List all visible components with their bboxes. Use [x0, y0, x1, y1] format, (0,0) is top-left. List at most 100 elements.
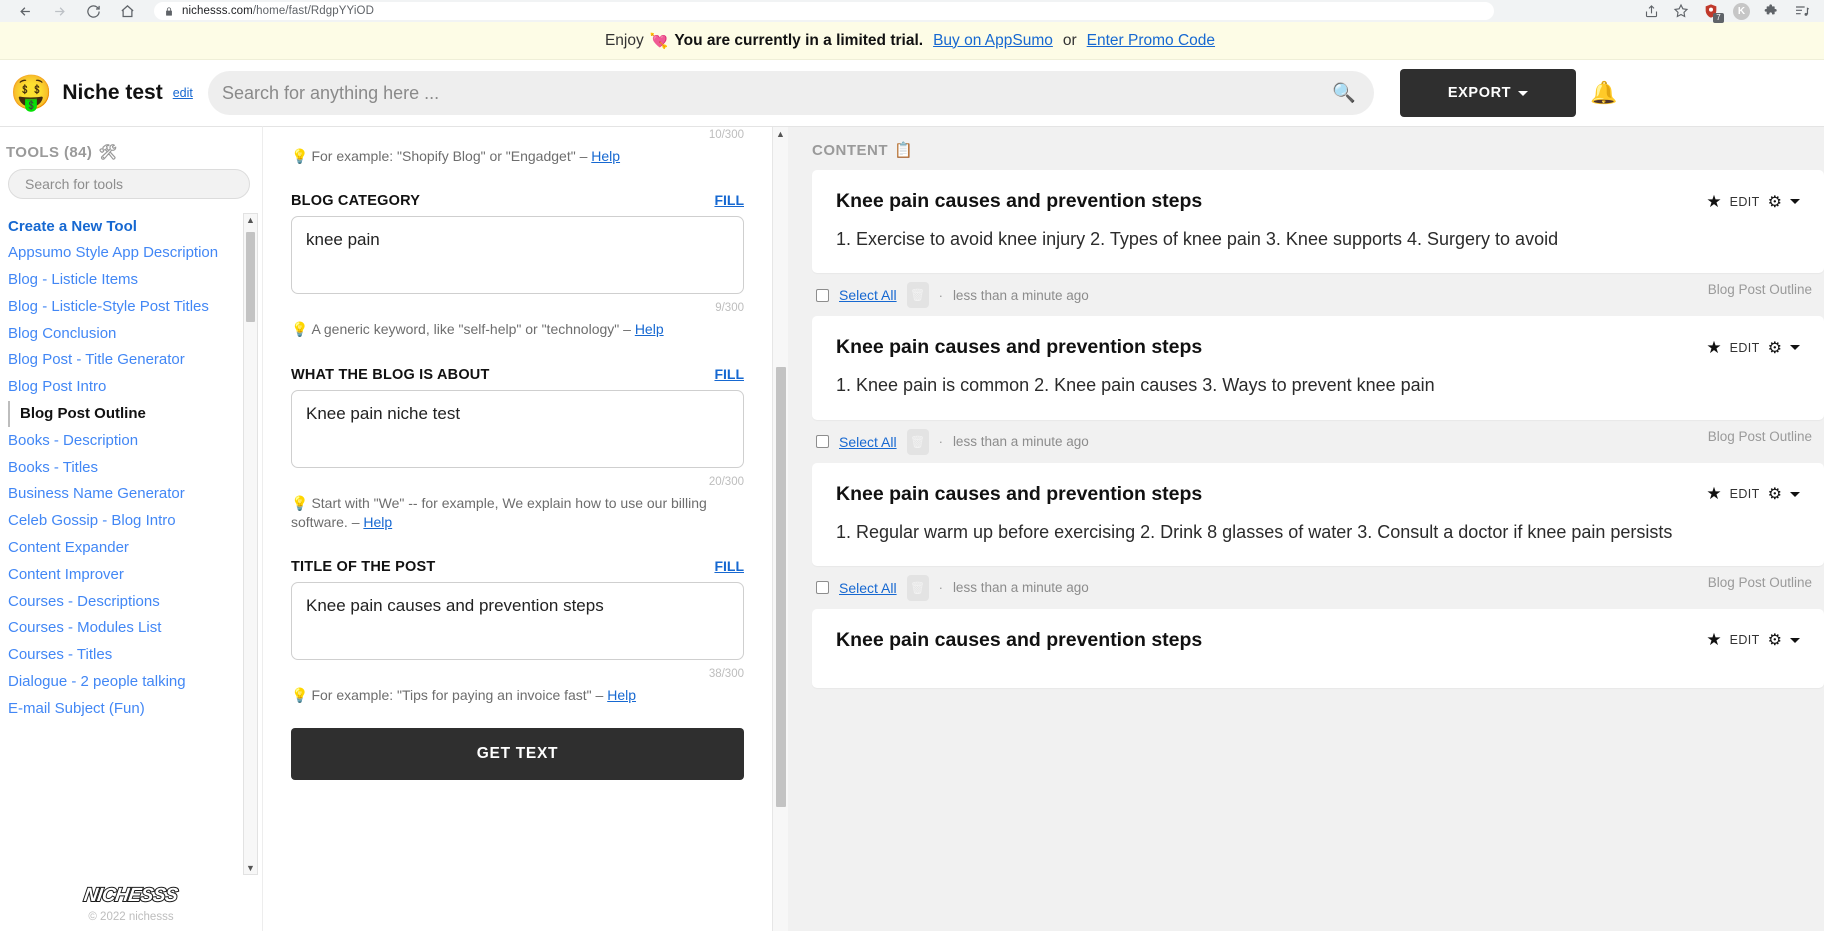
enter-promo-code-link[interactable]: Enter Promo Code	[1087, 32, 1215, 50]
field-input[interactable]	[291, 389, 744, 468]
sidebar-item-courses-modules-list[interactable]: Courses - Modules List	[8, 615, 238, 642]
chevron-down-icon[interactable]	[1790, 199, 1800, 204]
select-all-link[interactable]: Select All	[839, 434, 897, 450]
clipboard-icon: 📋	[894, 142, 914, 159]
forward-arrow-icon[interactable]	[50, 2, 68, 20]
sidebar-item-content-expander[interactable]: Content Expander	[8, 535, 238, 562]
sidebar-item-books-titles[interactable]: Books - Titles	[8, 454, 238, 481]
gear-icon[interactable]: ⚙	[1768, 630, 1782, 650]
shield-extension-icon[interactable]: 7	[1703, 3, 1724, 23]
edit-button[interactable]: EDIT	[1730, 633, 1760, 647]
field-input[interactable]	[291, 582, 744, 661]
sidebar-item-blog-post-intro[interactable]: Blog Post Intro	[8, 374, 238, 401]
puzzle-extensions-icon[interactable]	[1764, 3, 1780, 19]
back-arrow-icon[interactable]	[16, 2, 34, 20]
content-heading-label: CONTENT	[812, 141, 888, 159]
tools-list: Create a New Tool Appsumo Style App Descr…	[8, 213, 262, 722]
sidebar-item-blog-post-outline[interactable]: Blog Post Outline	[8, 400, 238, 428]
gear-icon[interactable]: ⚙	[1768, 338, 1782, 358]
tools-list-container: Create a New Tool Appsumo Style App Descr…	[0, 213, 262, 875]
home-icon[interactable]	[118, 2, 136, 20]
edit-button[interactable]: EDIT	[1730, 487, 1760, 501]
select-checkbox[interactable]	[816, 288, 829, 302]
star-bookmark-icon[interactable]	[1673, 3, 1689, 19]
chevron-down-icon[interactable]	[1790, 637, 1800, 643]
form-scrollbar[interactable]: ▲	[772, 127, 788, 931]
gear-icon[interactable]: ⚙	[1768, 192, 1782, 212]
select-checkbox[interactable]	[816, 581, 829, 595]
form-scroll-thumb[interactable]	[776, 367, 786, 807]
sidebar-item-courses-titles[interactable]: Courses - Titles	[8, 642, 238, 669]
fill-link[interactable]: FILL	[714, 366, 744, 382]
reading-list-icon[interactable]	[1794, 3, 1810, 19]
address-bar[interactable]: nichesss.com/home/fast/RdgpYYiOD	[154, 2, 1494, 20]
card-actions: ★ EDIT ⚙	[1706, 630, 1800, 650]
star-icon[interactable]: ★	[1706, 484, 1721, 504]
sidebar-item-business-name-generator[interactable]: Business Name Generator	[8, 481, 238, 508]
export-button[interactable]: EXPORT	[1400, 69, 1576, 117]
sidebar-item-blog-post-title-generator[interactable]: Blog Post - Title Generator	[8, 347, 238, 374]
sidebar-item-blog-conclusion[interactable]: Blog Conclusion	[8, 320, 238, 347]
profile-avatar-icon[interactable]: K	[1733, 2, 1750, 20]
field-hint-help-link[interactable]: Help	[363, 514, 392, 530]
sidebar-item-create-a-new-tool[interactable]: Create a New Tool	[8, 213, 238, 240]
sidebar-item-courses-descriptions[interactable]: Courses - Descriptions	[8, 588, 238, 615]
sidebar-scroll-thumb[interactable]	[246, 232, 255, 322]
field-hint-help-link[interactable]: Help	[635, 321, 664, 337]
edit-project-link[interactable]: edit	[173, 86, 193, 100]
sidebar-item-blog-listicle-style-post-titles[interactable]: Blog - Listicle-Style Post Titles	[8, 293, 238, 320]
content-card-group: Knee pain causes and prevention steps ★ ED…	[812, 462, 1824, 601]
sidebar-item-books-description[interactable]: Books - Description	[8, 427, 238, 454]
separator-dot: ·	[938, 580, 943, 596]
tool-form: 10/300 💡 For example: "Shopify Blog" or "…	[263, 127, 788, 780]
scroll-up-icon[interactable]: ▲	[246, 214, 255, 226]
buy-on-appsumo-link[interactable]: Buy on AppSumo	[933, 32, 1053, 50]
content-card[interactable]: Knee pain causes and prevention steps ★ ED…	[812, 462, 1824, 566]
form-scroll-up-icon[interactable]: ▲	[776, 129, 785, 139]
top-hint-help-link[interactable]: Help	[591, 148, 620, 164]
trash-icon[interactable]: 🗑	[906, 428, 929, 455]
select-all-link[interactable]: Select All	[839, 287, 897, 303]
reload-icon[interactable]	[84, 2, 102, 20]
sidebar-item-content-improver[interactable]: Content Improver	[8, 561, 238, 588]
content-card[interactable]: Knee pain causes and prevention steps ★ ED…	[812, 316, 1824, 420]
card-footer: Select All 🗑 · less than a minute ago Blog P…	[812, 566, 1824, 601]
chevron-down-icon[interactable]	[1790, 491, 1800, 497]
star-icon[interactable]: ★	[1706, 338, 1721, 358]
content-card[interactable]: Knee pain causes and prevention steps ★ ED…	[812, 608, 1824, 688]
scroll-down-icon[interactable]: ▼	[246, 862, 255, 874]
banner-enjoy-text: Enjoy	[604, 31, 644, 49]
fill-link[interactable]: FILL	[714, 558, 744, 574]
select-checkbox[interactable]	[816, 435, 829, 449]
star-icon[interactable]: ★	[1706, 630, 1721, 650]
sidebar-item-appsumo-style-app-description[interactable]: Appsumo Style App Description	[8, 240, 238, 267]
sidebar-scrollbar[interactable]: ▲ ▼	[243, 213, 258, 875]
sidebar-item-celeb-gossip-blog-intro[interactable]: Celeb Gossip - Blog Intro	[8, 508, 238, 535]
gear-icon[interactable]: ⚙	[1768, 484, 1782, 504]
search-icon[interactable]: 🔍	[1332, 81, 1356, 105]
edit-button[interactable]: EDIT	[1730, 195, 1760, 209]
fill-link[interactable]: FILL	[714, 192, 744, 208]
search-input[interactable]	[220, 81, 1333, 105]
trash-icon[interactable]: 🗑	[906, 282, 929, 309]
field-input[interactable]	[291, 216, 744, 295]
content-card[interactable]: Knee pain causes and prevention steps ★ ED…	[812, 170, 1824, 274]
chevron-down-icon[interactable]	[1790, 345, 1800, 351]
field-block: TITLE OF THE POST FILL 38/300 💡For example:…	[291, 558, 744, 705]
global-search-box[interactable]: 🔍	[208, 71, 1374, 115]
tools-search-box[interactable]	[8, 169, 250, 199]
sidebar-item-dialogue-2-people-talking[interactable]: Dialogue - 2 people talking	[8, 669, 238, 696]
share-icon[interactable]	[1644, 4, 1659, 19]
tools-search-input[interactable]	[23, 175, 235, 193]
get-text-button[interactable]: GET TEXT	[291, 727, 744, 780]
star-icon[interactable]: ★	[1706, 192, 1721, 212]
timestamp: less than a minute ago	[952, 287, 1089, 303]
select-all-link[interactable]: Select All	[839, 580, 897, 596]
notification-icon[interactable]: 🔔	[1590, 80, 1617, 106]
sidebar-item-e-mail-subject-fun[interactable]: E-mail Subject (Fun)	[8, 695, 238, 722]
trash-icon[interactable]: 🗑	[906, 574, 929, 601]
field-label-row: TITLE OF THE POST FILL	[291, 558, 744, 575]
sidebar-item-blog-listicle-items[interactable]: Blog - Listicle Items	[8, 267, 238, 294]
edit-button[interactable]: EDIT	[1730, 341, 1760, 355]
field-hint-help-link[interactable]: Help	[607, 687, 636, 703]
